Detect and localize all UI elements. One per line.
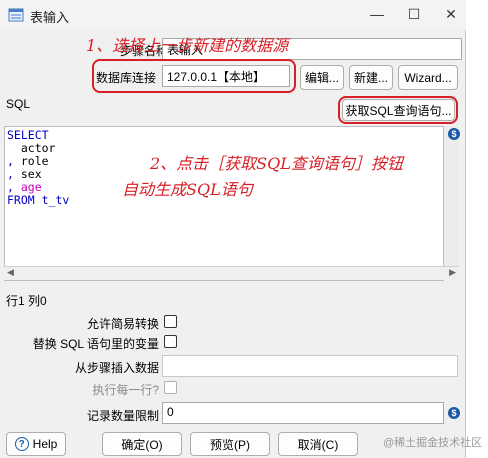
variable-icon[interactable]: $ bbox=[448, 128, 460, 140]
minimize-icon: — bbox=[370, 6, 384, 22]
limit-size-label: 记录数量限制 bbox=[86, 409, 159, 423]
sql-line-prefix: , bbox=[7, 154, 21, 168]
insert-from-step-select[interactable] bbox=[162, 355, 458, 377]
sql-line: SELECT bbox=[7, 129, 441, 142]
wizard-label: Wizard... bbox=[404, 70, 452, 85]
close-icon: ✕ bbox=[445, 5, 457, 22]
limit-size-input[interactable]: 0 bbox=[162, 402, 444, 424]
maximize-icon: ☐ bbox=[407, 5, 421, 22]
sql-line-text: age bbox=[20, 180, 42, 194]
sql-line-text: SELECT bbox=[7, 128, 49, 142]
table-input-dialog: 表输入 — ☐ ✕ 步骤名称 表输入 1、选择上一步新建的数据源 数据库连接 1… bbox=[0, 0, 466, 458]
help-label: Help bbox=[32, 437, 58, 451]
watermark: @稀土掘金技术社区 bbox=[383, 437, 483, 449]
sql-line-prefix: , bbox=[7, 180, 21, 194]
cancel-label: 取消(C) bbox=[297, 437, 339, 452]
lazy-conversion-checkbox[interactable] bbox=[164, 315, 177, 328]
sql-line-text: FROM t_tv bbox=[7, 193, 70, 207]
new-connection-button[interactable]: 新建... bbox=[349, 65, 393, 90]
title-bar: 表输入 — ☐ ✕ bbox=[0, 0, 466, 30]
get-sql-label: 获取SQL查询语句... bbox=[345, 103, 452, 118]
insert-from-step-label: 从步骤插入数据 bbox=[74, 361, 159, 375]
scroll-right-icon[interactable]: ▶ bbox=[449, 267, 456, 278]
sql-line-prefix: , bbox=[7, 167, 21, 181]
sql-horizontal-scrollbar[interactable]: ◀ ▶ bbox=[4, 266, 459, 280]
sql-line-text: actor bbox=[20, 141, 56, 155]
connection-value: 127.0.0.1【本地】 bbox=[167, 70, 266, 84]
annotation-step2-line2: 自动生成SQL语句 bbox=[122, 180, 253, 199]
execute-each-row-label: 执行每一行? bbox=[92, 383, 159, 397]
cancel-button[interactable]: 取消(C) bbox=[278, 432, 358, 456]
window-title: 表输入 bbox=[30, 10, 70, 25]
sql-label: SQL bbox=[6, 97, 31, 111]
new-connection-label: 新建... bbox=[353, 71, 388, 85]
limit-variable-icon[interactable]: $ bbox=[448, 407, 460, 419]
connection-select[interactable]: 127.0.0.1【本地】 bbox=[162, 65, 290, 87]
annotation-step2-line1: 2、点击［获取SQL查询语句］按钮 bbox=[150, 154, 403, 173]
execute-each-row-checkbox[interactable] bbox=[164, 381, 177, 394]
app-icon bbox=[8, 8, 24, 22]
scroll-left-icon[interactable]: ◀ bbox=[7, 267, 14, 278]
replace-vars-checkbox[interactable] bbox=[164, 335, 177, 348]
sql-line-text: sex bbox=[20, 167, 42, 181]
get-sql-button[interactable]: 获取SQL查询语句... bbox=[342, 99, 455, 121]
help-button[interactable]: ? Help bbox=[6, 432, 66, 456]
lazy-conversion-label: 允许简易转换 bbox=[86, 317, 159, 331]
limit-size-value: 0 bbox=[167, 405, 174, 419]
close-button[interactable]: ✕ bbox=[440, 4, 462, 24]
connection-label: 数据库连接 bbox=[96, 71, 157, 85]
sql-side-column bbox=[444, 126, 459, 266]
maximize-button[interactable]: ☐ bbox=[403, 4, 425, 24]
annotation-step1: 1、选择上一步新建的数据源 bbox=[86, 36, 289, 55]
wizard-button[interactable]: Wizard... bbox=[398, 65, 458, 90]
edit-connection-label: 编辑... bbox=[304, 71, 339, 85]
sql-line-text: role bbox=[20, 154, 49, 168]
cursor-position: 行1 列0 bbox=[6, 294, 47, 308]
minimize-button[interactable]: — bbox=[366, 4, 388, 24]
ok-button[interactable]: 确定(O) bbox=[102, 432, 182, 456]
replace-vars-label: 替换 SQL 语句里的变量 bbox=[32, 337, 159, 351]
edit-connection-button[interactable]: 编辑... bbox=[300, 65, 344, 90]
ok-label: 确定(O) bbox=[121, 437, 163, 452]
preview-label: 预览(P) bbox=[210, 437, 250, 452]
preview-button[interactable]: 预览(P) bbox=[190, 432, 270, 456]
help-icon: ? bbox=[14, 437, 29, 451]
sql-line-prefix bbox=[7, 141, 21, 155]
